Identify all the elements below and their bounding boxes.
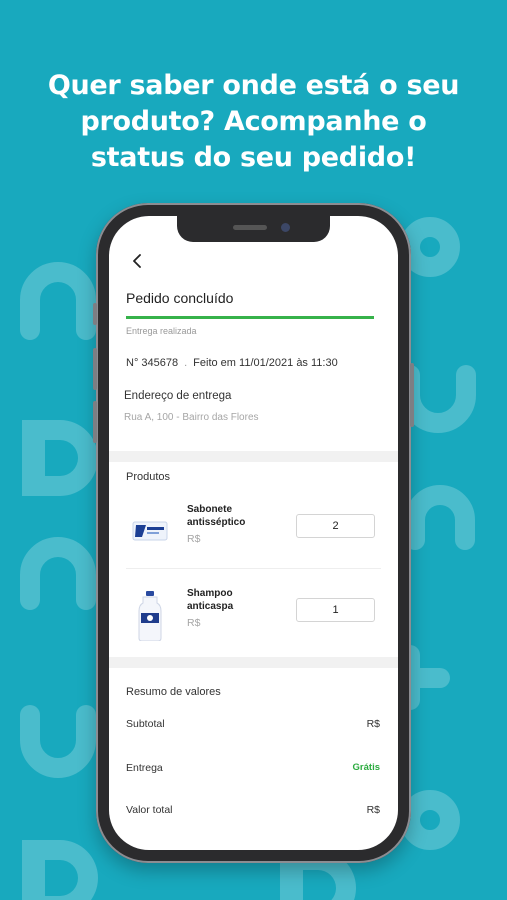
headline-line-1: Quer saber onde está o seu	[47, 70, 460, 101]
shampoo-bottle-icon	[132, 591, 168, 642]
product-name: Shampoo anticaspa	[187, 588, 234, 612]
subtotal-value: R$	[366, 718, 380, 730]
order-detail-screen: Pedido concluído Entrega realizada N° 34…	[109, 216, 398, 850]
order-progress-fill	[126, 316, 374, 319]
total-value: R$	[366, 804, 380, 816]
delivery-label: Entrega	[126, 762, 163, 774]
total-row: Valor total R$	[126, 804, 380, 816]
product-name: Sabonete antisséptico	[187, 504, 246, 528]
headline: Quer saber onde está o seu produto? Acom…	[0, 68, 507, 176]
order-progress-bar	[126, 316, 374, 319]
order-info: N° 345678. Feito em 11/01/2021 às 11:30	[126, 357, 338, 369]
headline-line-2: produto? Acompanhe o	[80, 106, 427, 137]
quantity-field[interactable]: 1	[296, 598, 375, 622]
chevron-left-icon[interactable]	[129, 252, 147, 270]
subtotal-label: Subtotal	[126, 718, 165, 730]
phone-notch	[177, 216, 330, 242]
delivery-row: Entrega Grátis	[126, 762, 380, 774]
phone-side-button	[93, 303, 97, 325]
product-item: Shampoo anticaspa R$ 1	[109, 583, 398, 653]
product-price: R$	[187, 533, 201, 545]
front-camera	[281, 223, 290, 232]
headline-line-3: status do seu pedido!	[90, 142, 417, 173]
product-price: R$	[187, 617, 201, 629]
speaker-grille	[233, 225, 267, 230]
address-value: Rua A, 100 - Bairro das Flores	[124, 412, 259, 423]
phone-power-button	[410, 363, 414, 427]
phone-screen: Pedido concluído Entrega realizada N° 34…	[109, 216, 398, 850]
delivery-value: Grátis	[352, 762, 380, 773]
page-title: Pedido concluído	[126, 290, 234, 306]
summary-section-title: Resumo de valores	[126, 686, 221, 698]
products-section-title: Produtos	[126, 471, 171, 483]
soap-box-icon	[132, 507, 168, 557]
total-label: Valor total	[126, 804, 173, 816]
row-divider	[126, 568, 381, 569]
separator-dot: .	[184, 357, 188, 369]
section-divider	[109, 657, 398, 668]
product-item: Sabonete antisséptico R$ 2	[109, 499, 398, 569]
phone-volume-up-button	[93, 348, 97, 390]
subtotal-row: Subtotal R$	[126, 718, 380, 730]
section-divider	[109, 451, 398, 462]
order-number: N° 345678	[126, 357, 179, 369]
address-label: Endereço de entrega	[124, 390, 232, 402]
phone-frame: Pedido concluído Entrega realizada N° 34…	[93, 203, 414, 863]
phone-volume-down-button	[93, 401, 97, 443]
quantity-field[interactable]: 2	[296, 514, 375, 538]
order-date: Feito em 11/01/2021 às 11:30	[193, 357, 338, 369]
order-status-text: Entrega realizada	[126, 326, 197, 336]
